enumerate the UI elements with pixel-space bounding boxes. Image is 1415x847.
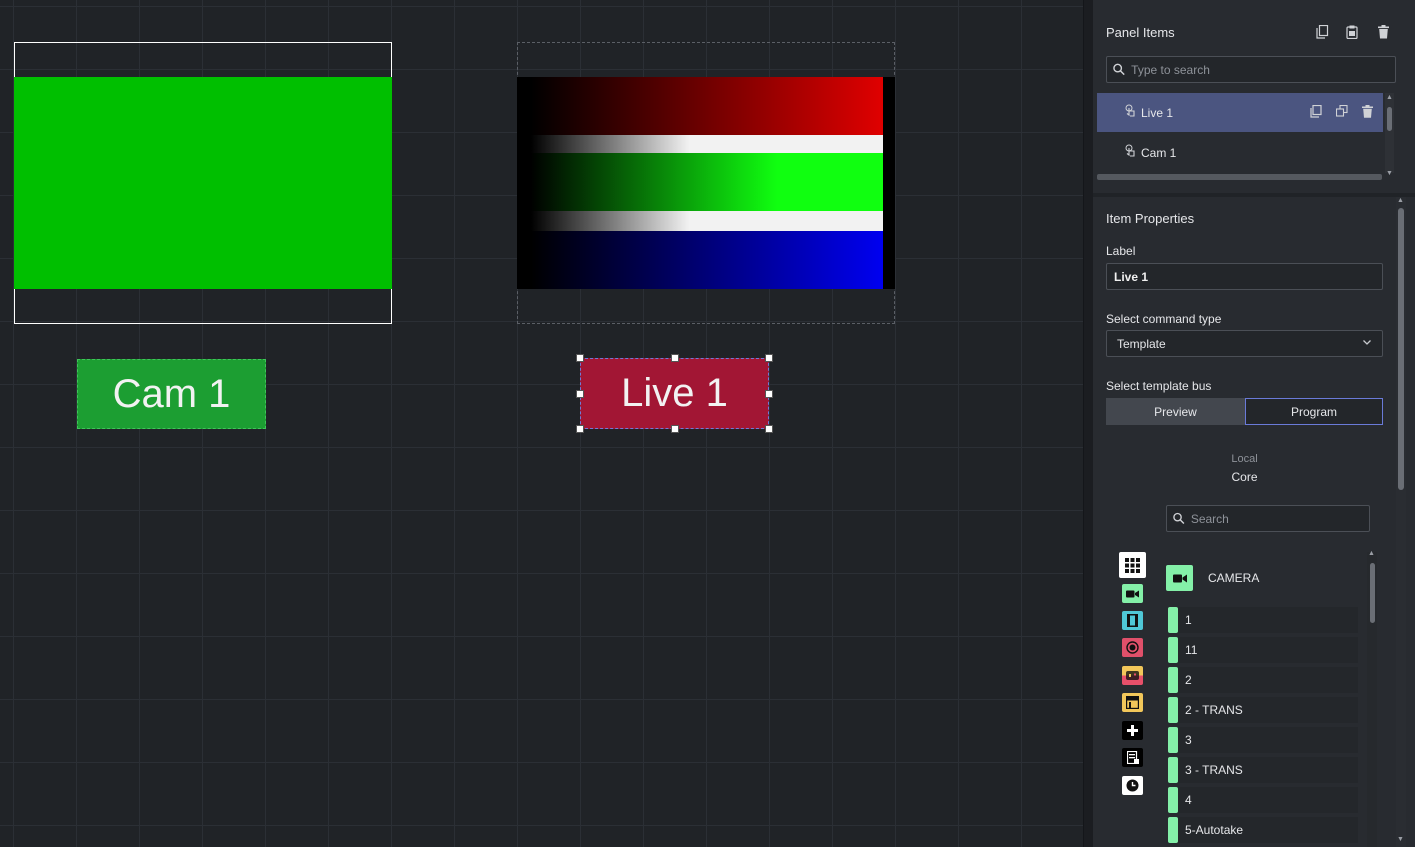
source-scope: Local — [1231, 453, 1258, 465]
panel-items-search[interactable] — [1106, 56, 1396, 83]
panel-item-cam-1[interactable]: Cam 1 — [1097, 133, 1383, 172]
command-type-select[interactable]: Template — [1106, 330, 1383, 357]
command-item[interactable]: 2 - TRANS — [1168, 697, 1358, 723]
resize-handle-s[interactable] — [671, 425, 679, 433]
bus-program-button[interactable]: Program — [1245, 398, 1383, 425]
command-search-input[interactable] — [1190, 511, 1369, 526]
plus-icon[interactable] — [1122, 721, 1143, 740]
command-item[interactable]: 3 — [1168, 727, 1358, 753]
cam-1-button[interactable]: Cam 1 — [77, 359, 266, 429]
layout-icon[interactable] — [1122, 693, 1143, 712]
bus-preview-label: Preview — [1154, 404, 1197, 419]
command-label: 4 — [1185, 793, 1192, 807]
camera-category-title: CAMERA — [1208, 571, 1260, 585]
copy-icon[interactable] — [1310, 104, 1322, 121]
bus-program-label: Program — [1290, 404, 1337, 419]
live-preview-video — [517, 77, 895, 289]
command-color-stripe — [1168, 727, 1178, 753]
grid-icon[interactable] — [1119, 552, 1146, 578]
section-separator — [1093, 193, 1415, 197]
command-label: 3 — [1185, 733, 1192, 747]
command-item[interactable]: 4 — [1168, 787, 1358, 813]
command-item[interactable]: 2 — [1168, 667, 1358, 693]
panel-items-h-scrollbar[interactable] — [1097, 174, 1382, 180]
resize-handle-nw[interactable] — [576, 354, 584, 362]
command-search[interactable] — [1166, 505, 1370, 532]
film-icon[interactable] — [1122, 611, 1143, 630]
panel-items-scrollbar[interactable] — [1385, 93, 1394, 173]
resize-handle-ne[interactable] — [765, 354, 773, 362]
resize-handle-n[interactable] — [671, 354, 679, 362]
source-name[interactable]: Core — [1106, 470, 1383, 484]
panel-item-live-1[interactable]: Live 1 — [1097, 93, 1383, 132]
controller-icon[interactable] — [1122, 666, 1143, 685]
command-type-caption: Select command type — [1106, 312, 1222, 326]
command-color-stripe — [1168, 667, 1178, 693]
clock-icon[interactable] — [1122, 776, 1143, 795]
command-color-stripe — [1168, 787, 1178, 813]
command-item[interactable]: 1 — [1168, 607, 1358, 633]
resize-handle-w[interactable] — [576, 390, 584, 398]
command-color-stripe — [1168, 817, 1178, 843]
live-1-button-label: Live 1 — [621, 371, 728, 415]
notes-icon[interactable] — [1122, 748, 1143, 767]
label-caption: Label — [1106, 244, 1136, 258]
label-field[interactable]: Live 1 — [1106, 263, 1383, 290]
resize-handle-e[interactable] — [765, 390, 773, 398]
panel-item-label: Live 1 — [1141, 105, 1174, 120]
copy-icon[interactable] — [1314, 24, 1330, 40]
search-icon — [1113, 63, 1125, 76]
command-color-stripe — [1168, 757, 1178, 783]
source-name-label: Core — [1231, 470, 1258, 484]
command-item[interactable]: 3 - TRANS — [1168, 757, 1358, 783]
label-field-value: Live 1 — [1114, 269, 1149, 284]
command-label: 3 - TRANS — [1185, 763, 1243, 777]
item-properties-title: Item Properties — [1106, 211, 1195, 226]
command-list-scroll-thumb[interactable] — [1370, 563, 1375, 623]
scroll-up-arrow-icon[interactable]: ▲ — [1397, 197, 1404, 204]
scroll-up-arrow-icon[interactable]: ▲ — [1368, 550, 1375, 557]
scroll-down-arrow-icon[interactable]: ▼ — [1386, 170, 1393, 177]
paste-icon[interactable] — [1344, 24, 1360, 40]
command-item[interactable]: 11 — [1168, 637, 1358, 663]
template-bus-caption: Select template bus — [1106, 379, 1212, 393]
panel-item-label: Cam 1 — [1141, 145, 1177, 160]
command-label: 11 — [1185, 643, 1198, 657]
scroll-down-arrow-icon[interactable]: ▼ — [1397, 836, 1404, 843]
cam-1-button-label: Cam 1 — [112, 371, 231, 416]
trash-icon[interactable] — [1375, 24, 1391, 40]
command-label: 2 — [1185, 673, 1192, 687]
trash-icon[interactable] — [1362, 104, 1373, 121]
camera-category-icon — [1166, 565, 1193, 591]
panel-divider[interactable] — [1083, 0, 1093, 847]
command-label: 5-Autotake — [1185, 823, 1244, 837]
panel-items-scroll-thumb[interactable] — [1387, 107, 1392, 131]
resize-handle-se[interactable] — [765, 425, 773, 433]
scroll-up-arrow-icon[interactable]: ▲ — [1386, 94, 1393, 101]
command-item[interactable]: 5-Autotake — [1168, 817, 1358, 843]
command-color-stripe — [1168, 607, 1178, 633]
duplicate-icon[interactable] — [1335, 104, 1348, 121]
properties-scroll-thumb[interactable] — [1398, 208, 1404, 490]
touch-icon — [1124, 104, 1137, 121]
command-color-stripe — [1168, 697, 1178, 723]
panel-items-title: Panel Items — [1106, 25, 1175, 40]
command-type-value: Template — [1117, 336, 1166, 351]
command-label: 1 — [1185, 613, 1192, 627]
resize-handle-sw[interactable] — [576, 425, 584, 433]
record-icon[interactable] — [1122, 638, 1143, 657]
panel-items-search-input[interactable] — [1131, 62, 1395, 77]
chevron-down-icon — [1362, 336, 1372, 350]
bus-preview-button[interactable]: Preview — [1106, 398, 1245, 425]
touch-icon — [1124, 144, 1137, 161]
camera-icon[interactable] — [1122, 584, 1143, 603]
command-label: 2 - TRANS — [1185, 703, 1243, 717]
search-icon — [1173, 512, 1185, 525]
cam-preview-video — [14, 77, 392, 289]
command-color-stripe — [1168, 637, 1178, 663]
live-1-button[interactable]: Live 1 — [580, 358, 769, 429]
